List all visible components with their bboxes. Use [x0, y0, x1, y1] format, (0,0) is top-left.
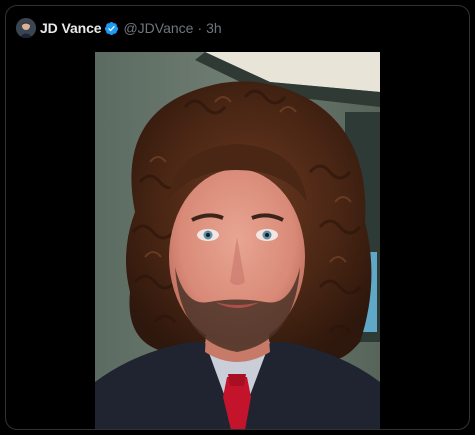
author-handle[interactable]: @JDVance	[123, 20, 193, 36]
tweet-photo[interactable]	[95, 52, 380, 429]
verified-badge-icon	[105, 21, 119, 35]
author-name[interactable]: JD Vance	[40, 20, 102, 36]
tweet-card[interactable]: JD Vance @JDVance · 3h	[5, 5, 470, 430]
tweet-header: JD Vance @JDVance · 3h	[16, 17, 222, 39]
separator-dot: ·	[197, 20, 203, 36]
selfie-photo-illustration	[95, 52, 380, 429]
avatar[interactable]	[16, 18, 36, 38]
tweet-timestamp[interactable]: 3h	[206, 20, 222, 36]
